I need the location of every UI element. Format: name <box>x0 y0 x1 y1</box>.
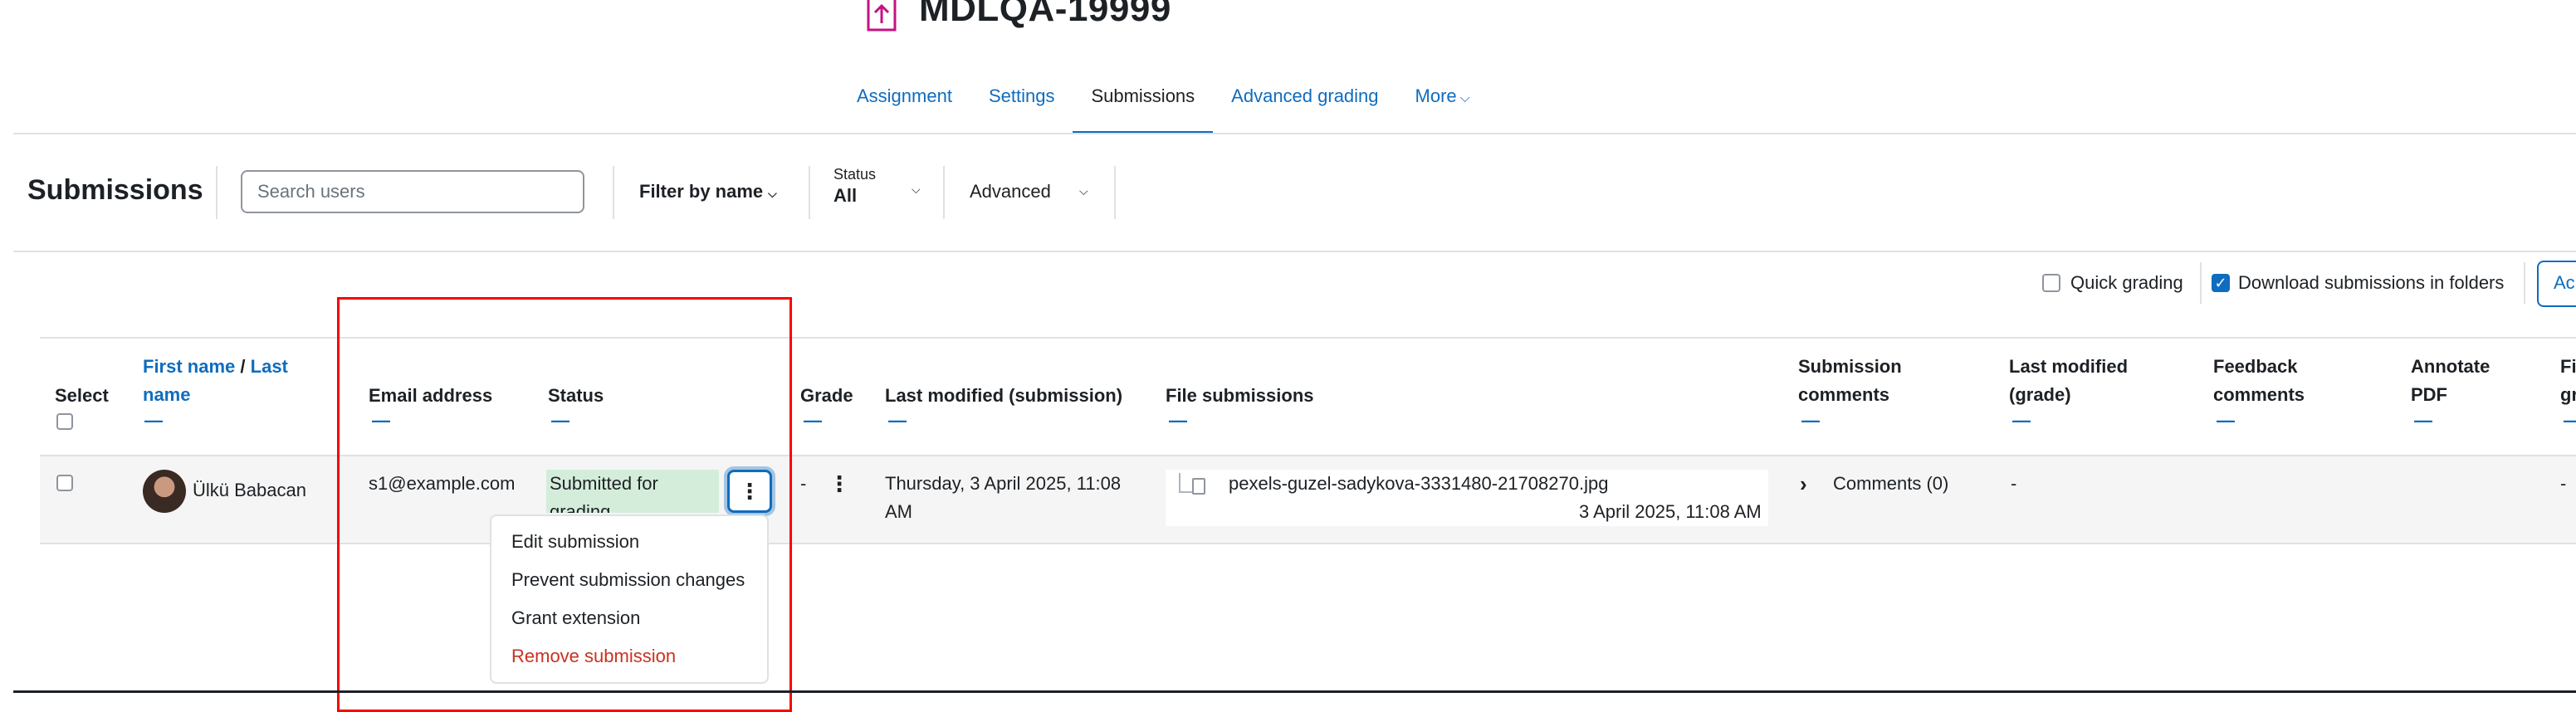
download-in-folders-label: Download submissions in folders <box>2238 272 2505 293</box>
last-modified-grade-value: - <box>2011 473 2017 494</box>
collapse-column-icon[interactable]: — <box>1801 410 1820 432</box>
highlight-box <box>337 297 792 712</box>
final-grade-value: - <box>2560 473 2567 494</box>
status-filter-button[interactable]: Status All ⌵ <box>833 166 940 219</box>
divider <box>943 166 945 219</box>
filter-by-name-label: Filter by name <box>639 181 764 202</box>
column-header-final-grade: Fi gr <box>2560 356 2576 405</box>
file-download-link[interactable]: pexels-guzel-sadykova-3331480-21708270.j… <box>1229 470 1608 498</box>
tab-more-label: More <box>1415 85 1457 106</box>
tab-submissions[interactable]: Submissions <box>1073 78 1214 134</box>
column-header-name: First name / Last name <box>143 353 317 409</box>
divider <box>1114 166 1116 219</box>
tab-assignment-label: Assignment <box>857 85 952 106</box>
more-vertical-icon: ⋮ <box>829 471 850 496</box>
divider <box>2524 262 2525 304</box>
advanced-filter-button[interactable]: Advanced ⌵ <box>970 181 1092 202</box>
divider <box>216 166 218 219</box>
status-filter-value: All <box>833 185 858 206</box>
file-tree-branch <box>1179 473 1192 493</box>
collapse-column-icon[interactable]: — <box>2217 410 2235 432</box>
download-in-folders-checkbox[interactable]: ✓ <box>2212 274 2230 292</box>
sort-last-modified-submission-link[interactable]: Last modified (submission) <box>885 382 1122 410</box>
sort-grade-link[interactable]: Grade <box>800 382 853 410</box>
avatar <box>143 470 186 513</box>
collapse-column-icon[interactable]: — <box>2564 410 2576 432</box>
divider <box>13 133 2576 134</box>
assignment-upload-icon <box>867 0 897 32</box>
tab-submissions-label: Submissions <box>1091 85 1195 106</box>
collapse-column-icon[interactable]: — <box>144 410 163 432</box>
row-select-checkbox[interactable] <box>56 475 73 491</box>
status-filter-label: Status <box>833 166 877 183</box>
sort-first-name-link[interactable]: First name <box>143 356 235 377</box>
comments-link[interactable]: Comments (0) <box>1833 470 1948 498</box>
quick-grading-label: Quick grading <box>2070 272 2183 293</box>
filter-by-name-button[interactable]: Filter by name ⌵ <box>639 181 777 202</box>
tab-settings[interactable]: Settings <box>970 78 1073 134</box>
chevron-down-icon: ⌵ <box>1079 184 1088 198</box>
tab-advanced-grading-label: Advanced grading <box>1231 85 1379 106</box>
chevron-down-icon: ⌵ <box>912 183 921 196</box>
grade-actions-menu-button[interactable]: ⋮ <box>829 471 850 497</box>
divider <box>2200 262 2202 304</box>
secondary-navigation: Assignment Settings Submissions Advanced… <box>838 78 1488 134</box>
divider <box>809 166 810 219</box>
collapse-column-icon[interactable]: — <box>2414 410 2432 432</box>
collapse-column-icon[interactable]: — <box>1169 410 1187 432</box>
sort-last-modified-grade-link[interactable]: Last modified (grade) <box>2009 353 2150 409</box>
tab-settings-label: Settings <box>988 85 1055 106</box>
advanced-filter-label: Advanced <box>970 181 1051 202</box>
collapse-column-icon[interactable]: — <box>2012 410 2031 432</box>
column-header-feedback-comments: Feedback comments <box>2213 356 2305 405</box>
column-header-annotate-pdf: Annotate PDF <box>2411 356 2490 405</box>
submissions-heading: Submissions <box>27 174 203 206</box>
header-separator: / <box>240 356 246 377</box>
column-header-file-submissions: File submissions <box>1166 385 1314 406</box>
chevron-down-icon: ⌵ <box>1459 91 1470 105</box>
file-date: 3 April 2025, 11:08 AM <box>1579 501 1762 522</box>
collapse-column-icon[interactable]: — <box>804 410 822 432</box>
quick-grading-checkbox[interactable] <box>2042 274 2060 292</box>
image-file-icon <box>1192 478 1205 495</box>
tab-more[interactable]: More ⌵ <box>1397 78 1488 134</box>
divider <box>613 166 614 219</box>
search-users-input[interactable] <box>241 170 584 213</box>
chevron-right-icon[interactable]: › <box>1800 471 1807 497</box>
chevron-down-icon: ⌵ <box>768 187 777 200</box>
column-header-select: Select <box>55 385 109 406</box>
collapse-column-icon[interactable]: — <box>888 410 907 432</box>
user-name-link[interactable]: Ülkü Babacan <box>193 476 306 505</box>
tab-assignment[interactable]: Assignment <box>838 78 970 134</box>
tab-advanced-grading[interactable]: Advanced grading <box>1213 78 1396 134</box>
actions-button[interactable]: Ac <box>2537 261 2576 307</box>
grade-value: - <box>800 473 807 494</box>
last-modified-submission: Thursday, 3 April 2025, 11:08 AM <box>885 473 1122 522</box>
page-title: MDLQA-19999 <box>919 0 1171 29</box>
column-header-submission-comments: Submission comments <box>1798 356 1902 405</box>
divider <box>13 251 2576 252</box>
select-all-checkbox[interactable] <box>56 413 73 430</box>
